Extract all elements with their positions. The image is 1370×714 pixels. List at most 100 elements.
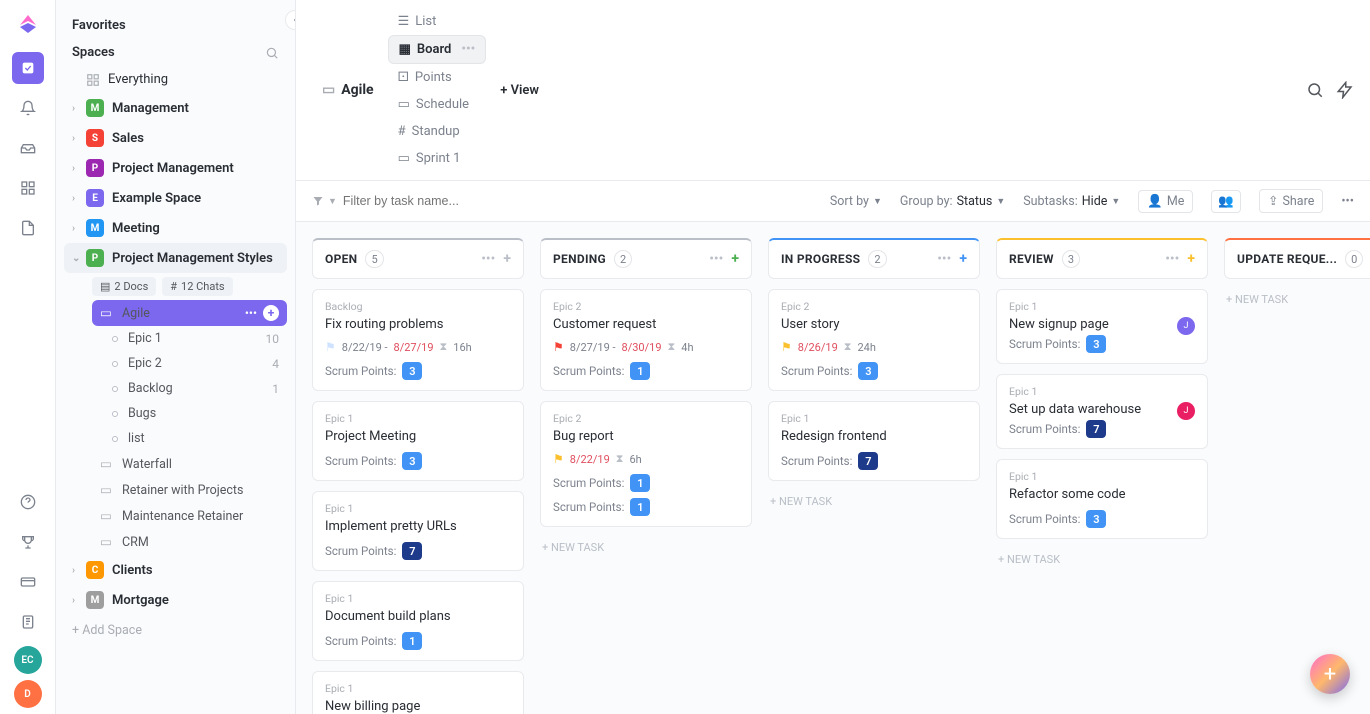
new-task-button[interactable]: + NEW TASK xyxy=(1224,289,1370,310)
more-icon[interactable]: ••• xyxy=(481,251,495,267)
more-options-button[interactable]: ••• xyxy=(1341,194,1354,209)
chevron-down-icon[interactable]: ▼ xyxy=(328,196,337,207)
points-badge: 3 xyxy=(858,362,878,380)
subtasks-dropdown[interactable]: Subtasks: Hide▼ xyxy=(1023,194,1120,209)
new-task-button[interactable]: + NEW TASK xyxy=(996,549,1208,570)
chats-chip[interactable]: #12 Chats xyxy=(162,277,232,296)
task-card[interactable]: BacklogFix routing problems⚑8/22/19 -8/2… xyxy=(312,289,524,391)
add-task-icon[interactable]: + xyxy=(1187,251,1195,267)
view-tab-list[interactable]: ☰List xyxy=(388,8,487,35)
rail-dashboards-icon[interactable] xyxy=(12,172,44,204)
view-tab-schedule[interactable]: ▭Schedule xyxy=(388,91,487,118)
more-icon[interactable]: ••• xyxy=(709,251,723,267)
rail-docs-icon[interactable] xyxy=(12,212,44,244)
status-dot-icon xyxy=(112,411,118,417)
rail-notepad-icon[interactable] xyxy=(12,606,44,638)
sidebar-folder[interactable]: ▭Waterfall xyxy=(92,451,287,477)
quick-create-fab[interactable]: + xyxy=(1310,654,1350,694)
rail-help-icon[interactable] xyxy=(12,486,44,518)
add-task-icon[interactable]: + xyxy=(503,251,511,267)
task-card[interactable]: Epic 2Bug report⚑8/22/19⧗6hScrum Points:… xyxy=(540,401,752,527)
sidebar-list-item[interactable]: Backlog1 xyxy=(92,376,287,401)
sidebar-space[interactable]: ›MManagement xyxy=(64,93,287,123)
task-card[interactable]: Epic 1New billing page⚑8/16/19 -8/22/19⧗… xyxy=(312,671,524,714)
points-badge: 7 xyxy=(858,452,878,470)
rail-billing-icon[interactable] xyxy=(12,566,44,598)
task-card[interactable]: Epic 1Set up data warehouseJScrum Points… xyxy=(996,374,1208,449)
workspace-avatar[interactable]: EC xyxy=(14,646,42,674)
add-view-button[interactable]: + View xyxy=(490,77,549,104)
task-card[interactable]: Epic 1Redesign frontendScrum Points:7 xyxy=(768,401,980,481)
sidebar-space[interactable]: ›SSales xyxy=(64,123,287,153)
sidebar-space[interactable]: ›MMortgage xyxy=(64,585,287,615)
assignee-avatar[interactable]: J xyxy=(1177,402,1195,420)
sidebar-list-item[interactable]: Epic 24 xyxy=(92,351,287,376)
task-card[interactable]: Epic 1Implement pretty URLsScrum Points:… xyxy=(312,491,524,571)
filter-icon[interactable] xyxy=(312,195,324,207)
user-avatar[interactable]: D xyxy=(14,680,42,708)
search-icon[interactable] xyxy=(265,46,279,60)
card-title: Customer request xyxy=(553,317,739,332)
sidebar-space[interactable]: ⌄PProject Management Styles xyxy=(64,243,287,273)
filter-input[interactable] xyxy=(343,194,543,208)
group-by-dropdown[interactable]: Group by: Status▼ xyxy=(900,194,1005,209)
sidebar-list-item[interactable]: Bugs xyxy=(92,401,287,426)
view-tab-standup[interactable]: #Standup xyxy=(388,118,487,145)
sort-by-dropdown[interactable]: Sort by▼ xyxy=(830,194,882,209)
sidebar-space[interactable]: ›MMeeting xyxy=(64,213,287,243)
sidebar-space[interactable]: ›CClients xyxy=(64,555,287,585)
list-label: list xyxy=(128,431,145,446)
new-task-button[interactable]: + NEW TASK xyxy=(540,537,752,558)
me-filter-button[interactable]: 👤Me xyxy=(1138,190,1193,213)
sidebar-list-item[interactable]: list xyxy=(92,426,287,451)
more-icon[interactable]: ••• xyxy=(1165,251,1179,267)
task-card[interactable]: Epic 1Refactor some codeScrum Points:3 xyxy=(996,459,1208,539)
sidebar-folder-agile[interactable]: ▭ Agile ••• + xyxy=(92,300,287,326)
breadcrumb-title[interactable]: ▭ Agile xyxy=(312,76,384,104)
more-icon[interactable]: ••• xyxy=(245,306,257,320)
sidebar-list-item[interactable]: Epic 110 xyxy=(92,326,287,351)
folder-icon: ▭ xyxy=(100,456,114,472)
task-card[interactable]: Epic 1New signup pageJScrum Points:3 xyxy=(996,289,1208,364)
view-tab-board[interactable]: ▦Board••• xyxy=(388,35,487,64)
plus-circle-icon[interactable]: + xyxy=(263,305,279,321)
column-count: 3 xyxy=(1062,250,1080,268)
column-title: OPEN xyxy=(325,252,357,266)
favorites-header[interactable]: Favorites xyxy=(64,12,287,39)
points-badge: 3 xyxy=(1086,335,1106,353)
task-card[interactable]: Epic 1Project MeetingScrum Points:3 xyxy=(312,401,524,481)
rail-notifications-icon[interactable] xyxy=(12,92,44,124)
rail-home-icon[interactable] xyxy=(12,52,44,84)
task-card[interactable]: Epic 2Customer request⚑8/27/19 -8/30/19⧗… xyxy=(540,289,752,391)
view-tab-sprint-1[interactable]: ▭Sprint 1 xyxy=(388,145,487,172)
assignee-filter-button[interactable]: 👥 xyxy=(1211,190,1241,213)
share-button[interactable]: ⇪Share xyxy=(1259,189,1323,213)
add-task-icon[interactable]: + xyxy=(959,251,967,267)
scrum-points-row: Scrum Points:1 xyxy=(553,362,739,380)
view-tab-points[interactable]: ⚀Points xyxy=(388,64,487,91)
sidebar-everything[interactable]: Everything xyxy=(64,66,287,93)
new-task-button[interactable]: + NEW TASK xyxy=(768,491,980,512)
assignee-avatar[interactable]: J xyxy=(1177,317,1195,335)
add-task-icon[interactable]: + xyxy=(731,251,739,267)
rail-trophy-icon[interactable] xyxy=(12,526,44,558)
spaces-header[interactable]: Spaces xyxy=(64,39,287,66)
due-date: 8/30/19 xyxy=(622,341,662,354)
sidebar-folder[interactable]: ▭Maintenance Retainer xyxy=(92,503,287,529)
sidebar-space[interactable]: ›PProject Management xyxy=(64,153,287,183)
card-epic: Epic 1 xyxy=(325,412,511,425)
app-logo[interactable] xyxy=(16,12,40,36)
filter-toolbar: ▼ Sort by▼ Group by: Status▼ Subtasks: H… xyxy=(296,181,1370,222)
add-space-button[interactable]: + Add Space xyxy=(64,615,287,646)
task-card[interactable]: Epic 1Document build plansScrum Points:1 xyxy=(312,581,524,661)
search-icon[interactable] xyxy=(1306,81,1324,99)
task-card[interactable]: Epic 2User story⚑8/26/19⧗24hScrum Points… xyxy=(768,289,980,391)
more-icon[interactable]: ••• xyxy=(461,42,475,57)
sidebar-folder[interactable]: ▭Retainer with Projects xyxy=(92,477,287,503)
automation-icon[interactable] xyxy=(1336,81,1354,99)
more-icon[interactable]: ••• xyxy=(937,251,951,267)
docs-chip[interactable]: ▤2 Docs xyxy=(92,277,156,296)
sidebar-space[interactable]: ›EExample Space xyxy=(64,183,287,213)
sidebar-folder[interactable]: ▭CRM xyxy=(92,529,287,555)
rail-inbox-icon[interactable] xyxy=(12,132,44,164)
